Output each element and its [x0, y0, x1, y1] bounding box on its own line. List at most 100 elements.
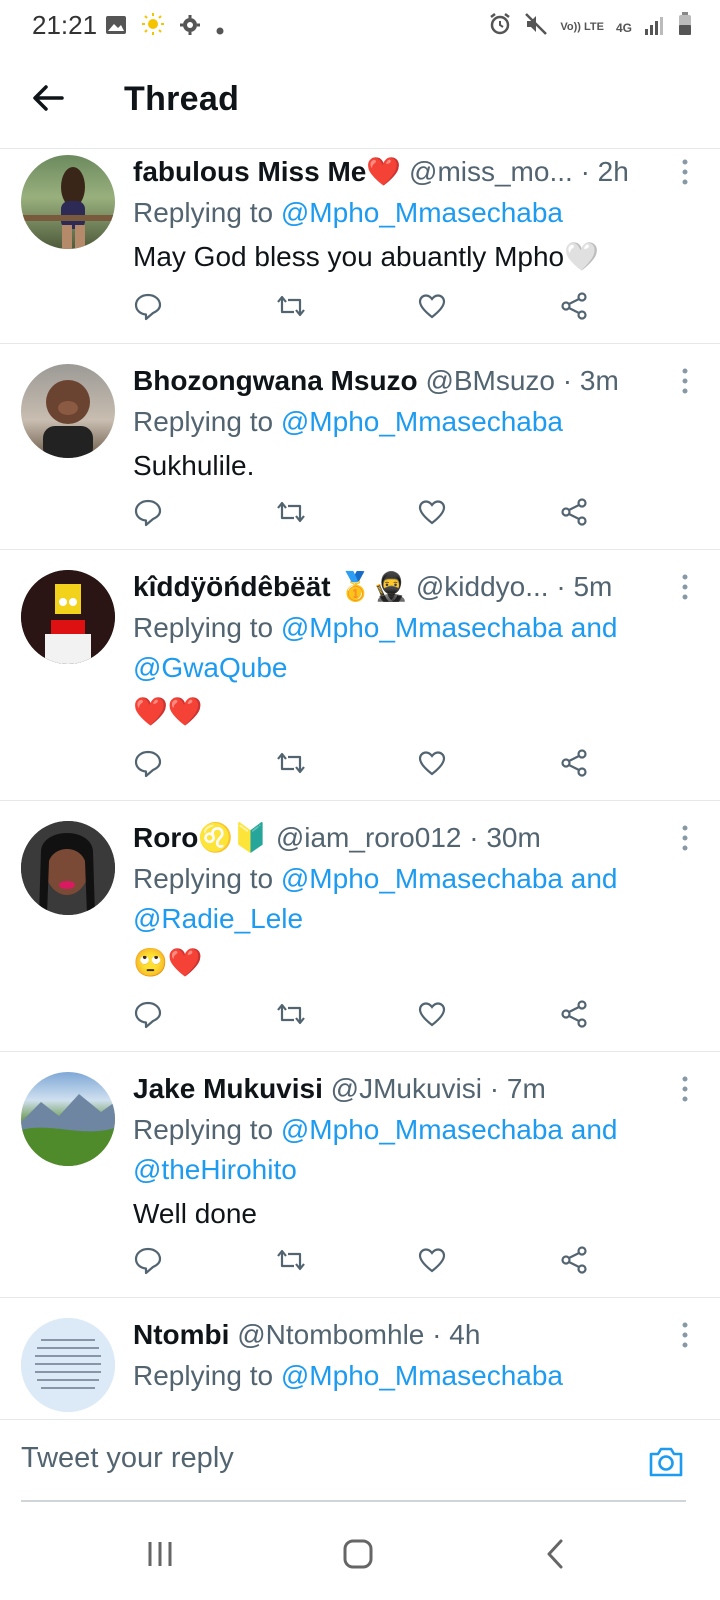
- share-icon[interactable]: [559, 748, 593, 782]
- reply-icon[interactable]: [133, 291, 167, 325]
- back-icon[interactable]: [536, 1536, 576, 1572]
- retweet-icon[interactable]: [275, 748, 309, 782]
- mute-icon: [524, 12, 548, 43]
- tweet-time: · 4h: [432, 1319, 481, 1350]
- replying-to-link[interactable]: @Mpho_Mmasechaba: [281, 1360, 563, 1391]
- author-name[interactable]: Jake Mukuvisi: [133, 1073, 323, 1104]
- author-name[interactable]: fabulous Miss Me❤️: [133, 156, 401, 187]
- system-nav-bar: [0, 1508, 720, 1600]
- tweet-actions: [133, 1245, 593, 1285]
- volte-icon: Vo)) LTE: [560, 21, 604, 33]
- avatar[interactable]: [21, 155, 115, 249]
- more-options-icon[interactable]: [680, 823, 690, 853]
- more-options-icon[interactable]: [680, 572, 690, 602]
- replying-to-line: Replying to @Mpho_Mmasechaba: [133, 402, 680, 442]
- replying-prefix: Replying to: [133, 406, 281, 437]
- author-name[interactable]: Ntombi: [133, 1319, 229, 1350]
- avatar[interactable]: [21, 1318, 115, 1412]
- like-heart-icon[interactable]: [417, 291, 451, 325]
- tweet-actions: [133, 497, 593, 537]
- replying-to-line: Replying to @Mpho_Mmasechaba and @Radie_…: [133, 859, 680, 939]
- replying-prefix: Replying to: [133, 1114, 281, 1145]
- tweet-text: May God bless you abuantly Mpho🤍: [133, 241, 599, 272]
- share-icon[interactable]: [559, 291, 593, 325]
- reply-icon[interactable]: [133, 1245, 167, 1279]
- avatar[interactable]: [21, 1072, 115, 1166]
- replying-to-line: Replying to @Mpho_Mmasechaba and @GwaQub…: [133, 608, 680, 688]
- more-options-icon[interactable]: [680, 366, 690, 396]
- battery-icon: [678, 12, 692, 43]
- settings-gear-icon: [179, 12, 201, 43]
- author-handle: @kiddyo...: [415, 571, 549, 602]
- home-icon[interactable]: [338, 1536, 378, 1572]
- tweet-item[interactable]: Roro♌🔰 @iam_roro012 · 30m Replying to @M…: [0, 801, 720, 1052]
- tweet-text: Sukhulile.: [133, 450, 255, 481]
- reply-icon[interactable]: [133, 999, 167, 1033]
- author-name[interactable]: kîddÿöńdêbëät 🥇🥷: [133, 571, 408, 602]
- like-heart-icon[interactable]: [417, 999, 451, 1033]
- sun-icon: [141, 12, 165, 43]
- more-options-icon[interactable]: [680, 1320, 690, 1350]
- replying-to-line: Replying to @Mpho_Mmasechaba: [133, 1356, 680, 1396]
- tweet-item[interactable]: Jake Mukuvisi @JMukuvisi · 7m Replying t…: [0, 1052, 720, 1298]
- replying-to-link[interactable]: @Mpho_Mmasechaba: [281, 197, 563, 228]
- image-icon: [105, 12, 127, 43]
- reply-icon[interactable]: [133, 497, 167, 531]
- retweet-icon[interactable]: [275, 497, 309, 531]
- status-time: 21:21: [32, 10, 98, 40]
- tweet-item[interactable]: Bhozongwana Msuzo @BMsuzo · 3m Replying …: [0, 344, 720, 550]
- author-name[interactable]: Bhozongwana Msuzo: [133, 365, 418, 396]
- replying-prefix: Replying to: [133, 197, 281, 228]
- share-icon[interactable]: [559, 999, 593, 1033]
- tweet-time: · 7m: [489, 1073, 546, 1104]
- tweet-text: ❤️❤️: [133, 696, 203, 727]
- replying-to-line: Replying to @Mpho_Mmasechaba and @theHir…: [133, 1110, 680, 1190]
- 4g-icon: 4G: [615, 20, 632, 35]
- tweet-time: · 5m: [556, 571, 613, 602]
- replying-to-link[interactable]: @Mpho_Mmasechaba: [281, 406, 563, 437]
- back-arrow-icon[interactable]: [28, 78, 68, 118]
- camera-icon[interactable]: [646, 1442, 686, 1482]
- tweet-actions: [133, 748, 593, 788]
- replying-prefix: Replying to: [133, 863, 281, 894]
- like-heart-icon[interactable]: [417, 748, 451, 782]
- thread-feed[interactable]: fabulous Miss Me❤️ @miss_mo... · 2h Repl…: [0, 149, 720, 1419]
- tweet-time: · 30m: [469, 822, 541, 853]
- reply-bar: Tweet your reply: [0, 1419, 720, 1508]
- tweet-time: · 3m: [562, 365, 619, 396]
- more-options-icon[interactable]: [680, 1074, 690, 1104]
- avatar[interactable]: [21, 821, 115, 915]
- page-title: Thread: [124, 80, 240, 118]
- like-heart-icon[interactable]: [417, 497, 451, 531]
- avatar[interactable]: [21, 364, 115, 458]
- tweet-item[interactable]: fabulous Miss Me❤️ @miss_mo... · 2h Repl…: [0, 149, 720, 344]
- avatar[interactable]: [21, 570, 115, 664]
- tweet-text: Well done: [133, 1198, 258, 1229]
- share-icon[interactable]: [559, 497, 593, 531]
- tweet-item[interactable]: Ntombi @Ntombomhle · 4h Replying to @Mph…: [0, 1298, 720, 1419]
- recent-apps-icon[interactable]: [140, 1536, 180, 1572]
- more-options-icon[interactable]: [680, 157, 690, 187]
- author-handle: @BMsuzo: [425, 365, 556, 396]
- retweet-icon[interactable]: [275, 291, 309, 325]
- like-heart-icon[interactable]: [417, 1245, 451, 1279]
- reply-icon[interactable]: [133, 748, 167, 782]
- retweet-icon[interactable]: [275, 1245, 309, 1279]
- author-handle: @Ntombomhle: [237, 1319, 425, 1350]
- author-name[interactable]: Roro♌🔰: [133, 822, 268, 853]
- tweet-reply-input[interactable]: Tweet your reply: [21, 1442, 234, 1475]
- status-bar: 21:21 Vo)) LTE 4G: [0, 0, 720, 52]
- alarm-icon: [488, 12, 512, 43]
- tweet-item[interactable]: kîddÿöńdêbëät 🥇🥷 @kiddyo... · 5m Replyin…: [0, 550, 720, 801]
- replying-prefix: Replying to: [133, 1360, 281, 1391]
- tweet-actions: [133, 999, 593, 1039]
- author-handle: @miss_mo...: [409, 156, 573, 187]
- tweet-time: · 2h: [580, 156, 629, 187]
- retweet-icon[interactable]: [275, 999, 309, 1033]
- author-handle: @iam_roro012: [275, 822, 462, 853]
- signal-icon: [644, 12, 666, 43]
- dot-icon: [215, 12, 225, 43]
- replying-prefix: Replying to: [133, 612, 281, 643]
- share-icon[interactable]: [559, 1245, 593, 1279]
- app-bar: Thread: [0, 52, 720, 149]
